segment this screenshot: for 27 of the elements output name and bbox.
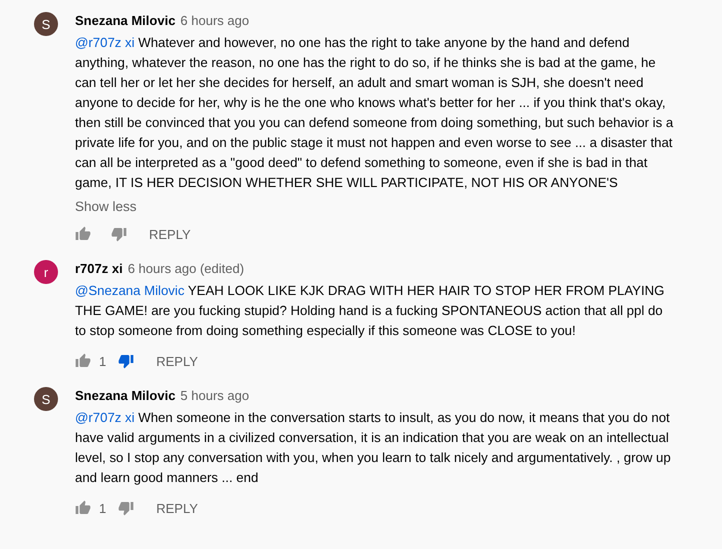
thumbs-down-icon[interactable] (118, 353, 134, 369)
show-less-button[interactable]: Show less (75, 199, 137, 214)
comment-time: 6 hours ago (180, 12, 250, 30)
like-count: 1 (99, 500, 106, 516)
reply-button[interactable]: REPLY (149, 226, 191, 242)
reply-button[interactable]: REPLY (156, 500, 198, 516)
mention-link[interactable]: @r707z xi (75, 35, 135, 50)
mention-link[interactable]: @Snezana Milovic (75, 283, 184, 298)
comment-time: 6 hours ago (edited) (128, 260, 244, 278)
thumbs-up-icon[interactable] (75, 226, 91, 242)
thumbs-down-icon[interactable] (111, 226, 127, 242)
comment-text: @Snezana Milovic YEAH LOOK LIKE KJK DRAG WITH HER HAIR TO STOP HER FROM PLAYING THE GAME! are you fucking stupid? Holding hand is a fucking SPONTANEOUS action that all ppl do to stop someone from doing something especially if this someone was CLOSE to you! (75, 282, 666, 340)
author-name: Snezana Milovic (75, 12, 176, 30)
comment-text: @r707z xi When someone in the conversation starts to insult, as you do now, it means that you do not have valid arguments in a civilized conversation, it is an indication that you are weak on an intellectual level, so I stop any conversation with you, when you learn to talk nicely and argumentatively. , grow up and learn good manners ... end (75, 409, 672, 487)
thumbs-down-icon[interactable] (118, 500, 134, 516)
avatar[interactable]: S (34, 387, 58, 411)
like-count: 1 (99, 354, 106, 368)
thumbs-up-icon[interactable] (75, 500, 91, 516)
author-name: Snezana Milovic (75, 387, 176, 405)
author-name: r707z xi (75, 260, 123, 278)
avatar[interactable]: S (34, 12, 58, 36)
comment-time: 5 hours ago (180, 387, 250, 405)
reply-button[interactable]: REPLY (156, 354, 198, 368)
mention-link[interactable]: @r707z xi (75, 410, 135, 425)
comment-text: @r707z xi Whatever and however, no one has the right to take anyone by the hand and defend anything, whatever the reason, no one has the right to do so, if he thinks she is bad at the game, he can tell her or let her she decides for herself, an adult and smart woman is SJH, she doesn't need anyone to decide for her, why is he the one who knows what's better for her ... if you think that's okay, then still be convinced that you you can defend someone from doing something, but such behavior is a private life for you, and on the public stage it must not happen and even worse to see ... a disaster that can all be interpreted as a "good deed" to defend something to someone, even if she is bad in that game, IT IS HER DECISION WHETHER SHE WILL PARTICIPATE, NOT HIS OR ANYONE'S (75, 34, 674, 192)
avatar[interactable]: r (34, 260, 58, 284)
thumbs-up-icon[interactable] (75, 353, 91, 369)
